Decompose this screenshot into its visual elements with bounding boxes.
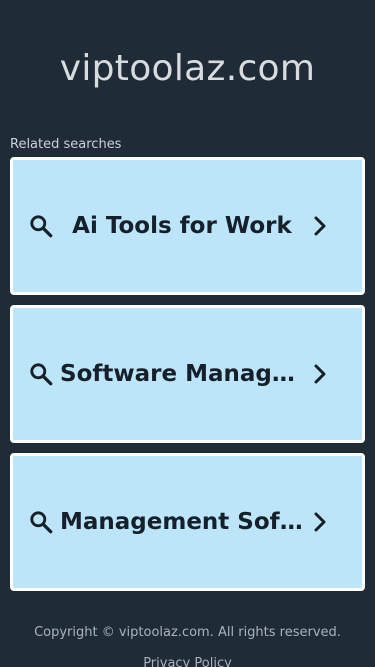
related-search-ai-tools-for-work[interactable]: Ai Tools for Work (10, 157, 365, 295)
page: viptoolaz.com Related searches Ai Tools … (0, 0, 375, 667)
search-icon (28, 213, 54, 239)
related-search-label: Management Software Tools (60, 509, 304, 535)
related-search-management-software-tools[interactable]: Management Software Tools (10, 453, 365, 591)
chevron-right-icon (308, 214, 332, 238)
related-search-software-management-tools[interactable]: Software Management Tools (10, 305, 365, 443)
related-search-label: Ai Tools for Work (72, 213, 292, 239)
search-icon (28, 361, 54, 387)
privacy-policy-link[interactable]: Privacy Policy (0, 655, 375, 667)
related-searches-label: Related searches (10, 137, 122, 152)
chevron-right-icon (308, 362, 332, 386)
related-search-label: Software Management Tools (60, 361, 304, 387)
related-searches-list: Ai Tools for Work Software Management To… (10, 157, 365, 601)
chevron-right-icon (308, 510, 332, 534)
site-title: viptoolaz.com (59, 48, 316, 89)
search-icon (28, 509, 54, 535)
copyright-text: Copyright © viptoolaz.com. All rights re… (34, 625, 341, 640)
